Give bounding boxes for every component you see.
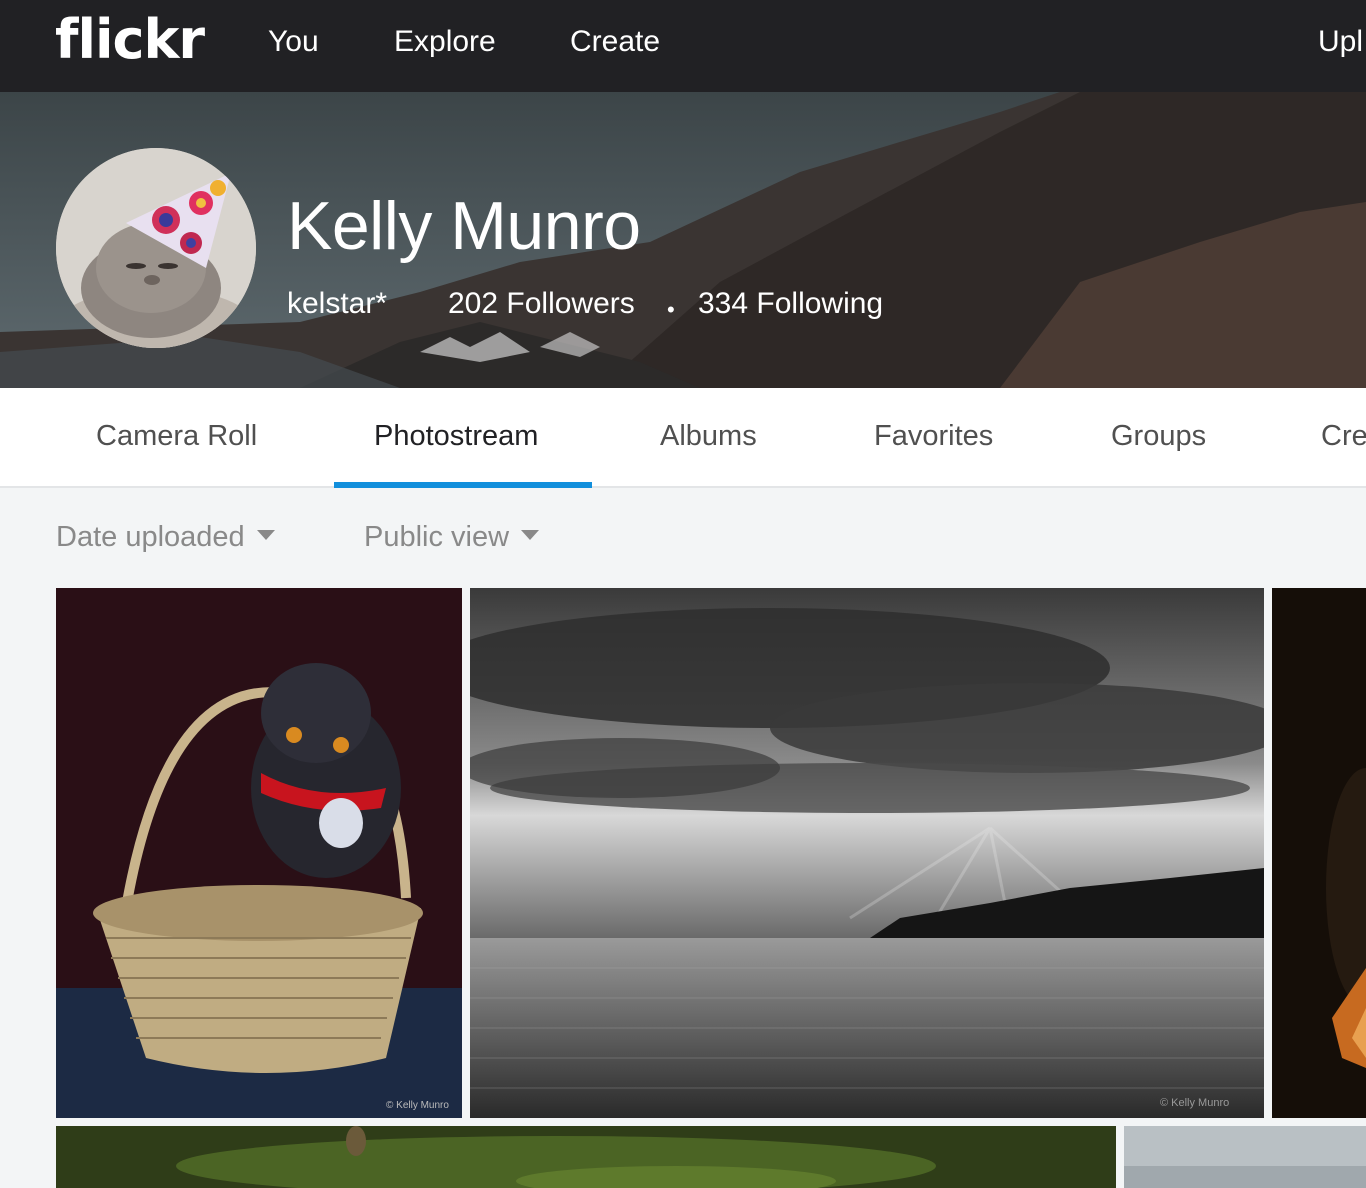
view-dropdown-label: Public view	[364, 521, 510, 553]
tab-albums[interactable]: Albums	[660, 418, 757, 454]
photo-credit-2: © Kelly Munro	[1160, 1097, 1229, 1109]
view-dropdown[interactable]: Public view	[364, 518, 540, 556]
chevron-down-icon	[256, 530, 275, 541]
flickr-logo[interactable]: flickr	[55, 10, 205, 70]
tab-groups[interactable]: Groups	[1111, 418, 1206, 454]
sort-dropdown[interactable]: Date uploaded	[56, 518, 275, 556]
tab-credits[interactable]: Cre	[1321, 418, 1366, 454]
stats-separator: •	[667, 297, 675, 322]
photo-sky-partial[interactable]	[1124, 1126, 1366, 1188]
top-navigation-bar: flickr You Explore Create Upl	[0, 0, 1366, 92]
nav-link-upload[interactable]: Upl	[1318, 24, 1363, 60]
tab-camera-roll[interactable]: Camera Roll	[96, 418, 257, 454]
photo-credit-1: © Kelly Munro	[386, 1100, 449, 1111]
profile-avatar[interactable]	[56, 148, 256, 348]
photo-green-partial[interactable]	[56, 1126, 1116, 1188]
sort-dropdown-label: Date uploaded	[56, 521, 245, 553]
nav-link-explore[interactable]: Explore	[394, 24, 496, 60]
chevron-down-icon	[521, 530, 540, 541]
tab-favorites[interactable]: Favorites	[874, 418, 993, 454]
following-link[interactable]: 334 Following	[698, 286, 883, 322]
cat-with-party-hat-image	[56, 148, 256, 348]
tab-photostream[interactable]: Photostream	[374, 418, 538, 454]
active-tab-indicator	[334, 482, 592, 488]
nav-link-you[interactable]: You	[268, 24, 319, 60]
photo-dark-partial[interactable]	[1272, 588, 1366, 1118]
profile-username: kelstar*	[287, 287, 388, 320]
photo-bw-seascape[interactable]: © Kelly Munro	[470, 588, 1264, 1118]
nav-link-create[interactable]: Create	[570, 24, 660, 60]
profile-tab-bar: Camera Roll Photostream Albums Favorites…	[0, 388, 1366, 488]
followers-link[interactable]: 202 Followers	[448, 286, 635, 322]
profile-name: Kelly Munro	[287, 188, 641, 264]
photo-cat-in-basket[interactable]: © Kelly Munro	[56, 588, 462, 1118]
